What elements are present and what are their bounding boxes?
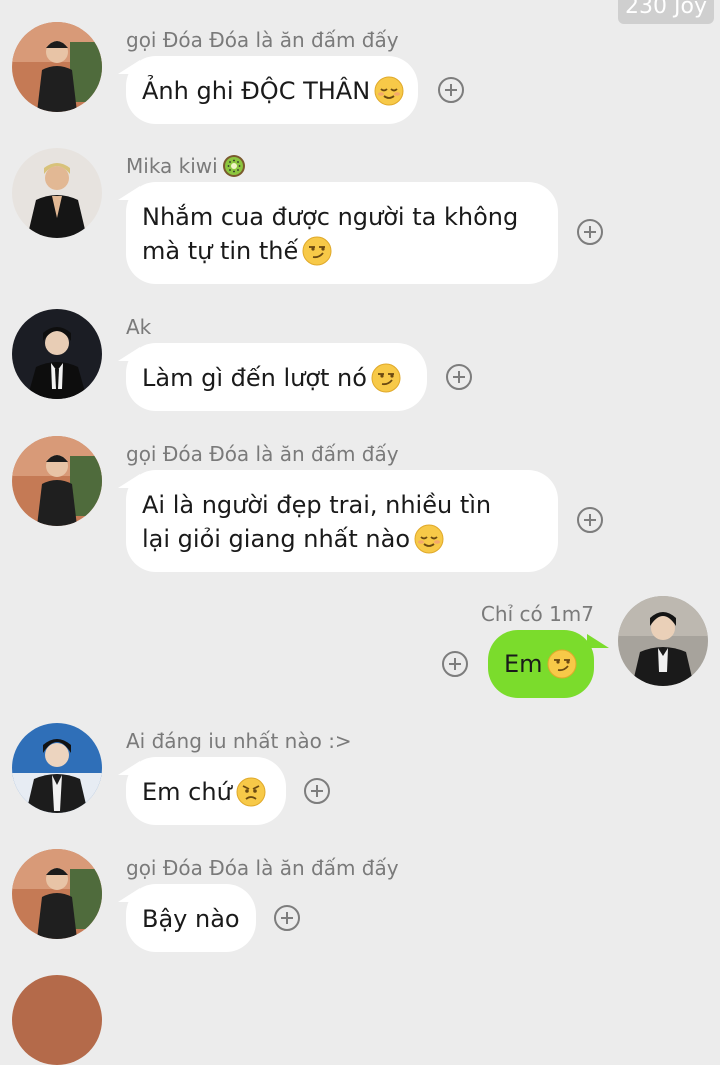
sender-name: Chỉ có 1m7 — [480, 602, 594, 626]
relieved-face-icon — [374, 76, 404, 106]
message-bubble[interactable]: Nhắm cua được người ta không mà tự tin t… — [126, 182, 558, 284]
avatar[interactable] — [12, 148, 102, 238]
avatar[interactable] — [12, 309, 102, 399]
smirking-face-icon — [371, 363, 401, 393]
avatar[interactable] — [618, 596, 708, 686]
sender-name: gọi Đóa Đóa là ăn đấm đấy — [126, 28, 399, 52]
avatar[interactable] — [12, 436, 102, 526]
message-text: Ảnh ghi ĐỘC THÂN — [142, 77, 371, 105]
message-text: mà tự tin thế — [142, 237, 299, 265]
add-reaction-icon[interactable] — [274, 905, 300, 931]
avatar[interactable] — [12, 849, 102, 939]
add-reaction-icon[interactable] — [442, 651, 468, 677]
add-reaction-icon[interactable] — [577, 507, 603, 533]
sender-name: Ai đáng iu nhất nào :> — [126, 729, 352, 753]
add-reaction-icon[interactable] — [438, 77, 464, 103]
angry-face-icon — [236, 777, 266, 807]
relieved-face-icon — [414, 524, 444, 554]
message-text: Em — [504, 650, 543, 678]
message-text-line: Ai là người đẹp trai, nhiều tìn — [142, 491, 492, 519]
avatar[interactable] — [12, 975, 102, 1065]
message-text: lại giỏi giang nhất nào — [142, 525, 411, 553]
smirking-face-icon — [547, 649, 577, 679]
own-message-bubble[interactable]: Em — [488, 630, 594, 698]
avatar[interactable] — [12, 723, 102, 813]
message-bubble[interactable]: Em chứ — [126, 757, 286, 825]
avatar[interactable] — [12, 22, 102, 112]
message-text-line: mà tự tin thế — [142, 234, 558, 268]
add-reaction-icon[interactable] — [446, 364, 472, 390]
message-text: Em chứ — [142, 778, 232, 806]
sender-name: gọi Đóa Đóa là ăn đấm đấy — [126, 442, 399, 466]
smirking-face-icon — [302, 236, 332, 266]
sender-name: Mika kiwi — [126, 153, 246, 179]
message-bubble[interactable]: Ảnh ghi ĐỘC THÂN — [126, 56, 418, 124]
sender-name: gọi Đóa Đóa là ăn đấm đấy — [126, 856, 399, 880]
top-status-chip: 230 Joy — [618, 0, 714, 24]
sender-name-text: Mika kiwi — [126, 154, 218, 178]
message-text-line: Nhắm cua được người ta không — [142, 203, 519, 231]
message-bubble[interactable]: Bậy nào — [126, 884, 256, 952]
sender-name: Ak — [126, 315, 152, 339]
add-reaction-icon[interactable] — [577, 219, 603, 245]
add-reaction-icon[interactable] — [304, 778, 330, 804]
message-text: Bậy nào — [142, 905, 240, 933]
message-text: Làm gì đến lượt nó — [142, 364, 367, 392]
message-bubble[interactable]: Ai là người đẹp trai, nhiều tìn lại giỏi… — [126, 470, 558, 572]
message-text-line: lại giỏi giang nhất nào — [142, 522, 558, 556]
message-bubble[interactable]: Làm gì đến lượt nó — [126, 343, 427, 411]
kiwi-fruit-icon — [222, 154, 246, 178]
